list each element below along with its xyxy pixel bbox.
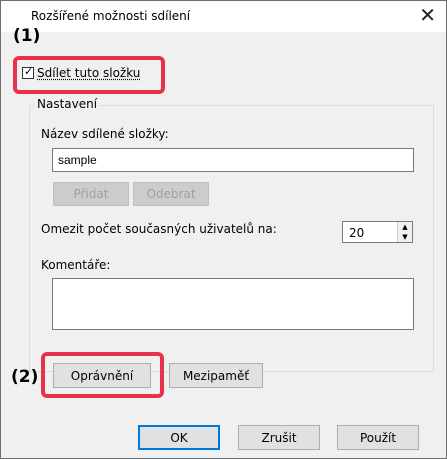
stepper-buttons: ▲ ▼ (397, 222, 412, 242)
share-name-input[interactable] (52, 148, 414, 172)
advanced-sharing-dialog: Rozšířené možnosti sdílení ✕ (1) ✓ Sdíle… (0, 0, 447, 459)
callout-label-2: (2) (11, 367, 39, 387)
settings-group-legend: Nastavení (35, 97, 100, 111)
remove-button[interactable]: Odebrat (133, 182, 209, 206)
comments-textarea[interactable] (52, 278, 414, 330)
user-limit-value[interactable]: 20 (349, 226, 364, 240)
share-folder-label[interactable]: Sdílet tuto složku (37, 66, 140, 80)
close-icon[interactable]: ✕ (419, 5, 436, 25)
user-limit-label: Omezit počet současných uživatelů na: (41, 222, 277, 236)
comments-label: Komentáře: (41, 258, 111, 272)
share-name-label: Název sdílené složky: (41, 127, 169, 141)
cancel-button[interactable]: Zrušit (238, 425, 320, 450)
share-folder-checkbox[interactable]: ✓ (22, 65, 34, 79)
add-button[interactable]: Přidat (53, 182, 129, 206)
title-bar: Rozšířené možnosti sdílení ✕ (1, 1, 446, 32)
apply-button[interactable]: Použít (337, 425, 419, 450)
ok-button[interactable]: OK (138, 425, 220, 450)
caching-button[interactable]: Mezipaměť (169, 363, 263, 388)
spin-down-icon[interactable]: ▼ (398, 232, 412, 242)
user-limit-stepper[interactable]: 20 ▲ ▼ (342, 221, 413, 243)
permissions-button[interactable]: Oprávnění (53, 363, 151, 388)
callout-label-1: (1) (13, 26, 41, 46)
checkmark-icon: ✓ (24, 65, 34, 78)
window-title: Rozšířené možnosti sdílení (31, 9, 191, 23)
